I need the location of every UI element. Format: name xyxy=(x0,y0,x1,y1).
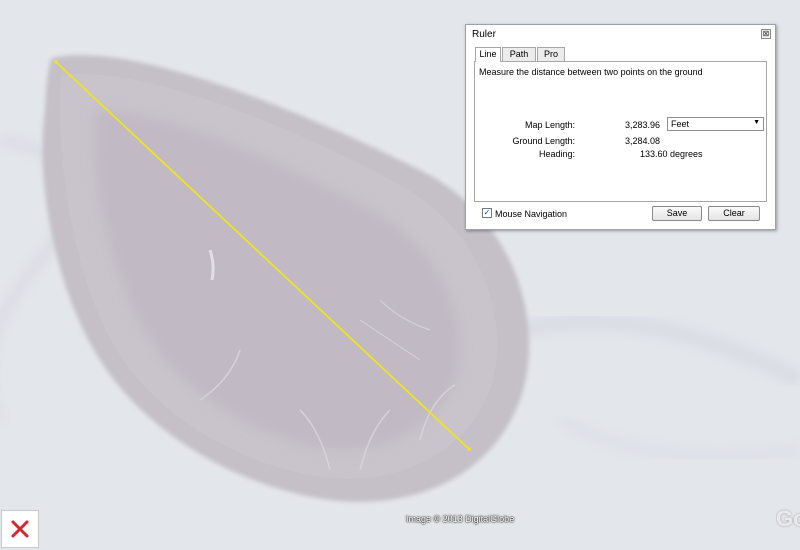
mouse-navigation-checkbox[interactable]: ✓ xyxy=(482,208,492,218)
unit-select[interactable]: Feet ▼ xyxy=(667,117,764,131)
heading-label: Heading: xyxy=(538,149,575,159)
map-length-value: 3,283.96 xyxy=(625,120,661,130)
imagery-credit: Image © 2013 DigitalGlobe xyxy=(406,514,515,524)
ruler-description: Measure the distance between two points … xyxy=(479,67,703,77)
close-icon xyxy=(11,520,29,538)
heading-value: 133.60 degrees xyxy=(640,149,703,159)
unit-select-value: Feet xyxy=(671,119,690,129)
mouse-navigation-label: Mouse Navigation xyxy=(495,209,568,219)
chevron-down-icon: ▼ xyxy=(753,119,760,126)
tab-pro[interactable]: Pro xyxy=(537,47,565,61)
measure-end-point[interactable] xyxy=(467,447,471,451)
ruler-dialog: Ruler ⊠ Line Path Pro Measure the distan… xyxy=(465,24,776,230)
exit-button[interactable] xyxy=(1,510,39,548)
save-button[interactable]: Save xyxy=(652,206,702,221)
ground-length-label: Ground Length: xyxy=(512,136,575,146)
ruler-titlebar[interactable]: Ruler ⊠ xyxy=(466,25,775,43)
google-logo: Go xyxy=(776,506,800,531)
tab-line[interactable]: Line xyxy=(475,47,501,62)
ruler-title: Ruler xyxy=(472,29,496,40)
clear-button[interactable]: Clear xyxy=(708,206,760,221)
dialog-close-icon[interactable]: ⊠ xyxy=(761,29,771,39)
measure-start-point[interactable] xyxy=(54,60,58,64)
ground-length-value: 3,284.08 xyxy=(625,136,661,146)
map-length-label: Map Length: xyxy=(524,120,575,130)
ruler-line-panel: Measure the distance between two points … xyxy=(474,61,767,202)
tab-path[interactable]: Path xyxy=(502,47,536,61)
